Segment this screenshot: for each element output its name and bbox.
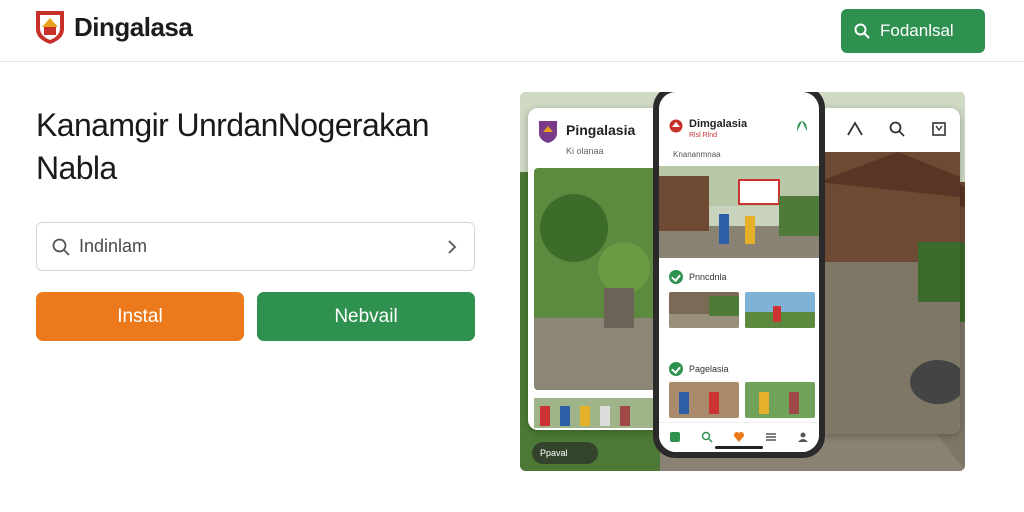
bookmark-icon: [932, 122, 946, 136]
phone-screen: Dimgalasia Rlsl Rlnd Knananmnaa Pnncdnla…: [659, 92, 819, 452]
preview-badge: Ppaval: [532, 442, 598, 464]
phone-status-bar: [659, 92, 819, 110]
phone-hero-photo: [659, 166, 819, 258]
search-input-value: Indinlam: [79, 236, 148, 256]
hero-title-line2: Nabla: [36, 150, 117, 186]
phone-app-subtitle: Rlsl Rlnd: [689, 132, 718, 139]
preview-card-left: Pingalasia Ki olanaa: [528, 108, 662, 430]
search-icon: [854, 23, 870, 39]
phone-home-indicator: [715, 446, 763, 449]
phone-section-title: Pnncdnla: [689, 272, 727, 282]
next-button[interactable]: Nebvail: [257, 292, 475, 341]
preview-card-subtitle: Ki olanaa: [566, 146, 604, 156]
search-icon: [52, 238, 70, 256]
preview-card-right: [818, 108, 960, 434]
preview-card-brand: Pingalasia: [566, 122, 636, 138]
phone-thumbnail: [745, 292, 815, 328]
check-icon: [669, 270, 683, 284]
chevron-right-icon[interactable]: [442, 237, 462, 257]
phone-thumbnail: [745, 382, 815, 418]
preview-card-thumbnails: [534, 398, 656, 428]
hero-title-line1: Kanamgir UnrdanNogerakan: [36, 107, 430, 143]
phone-thumbnail: [669, 382, 739, 418]
brand-logo-icon[interactable]: [34, 9, 66, 45]
menu-icon[interactable]: [765, 431, 777, 443]
preview-card-photo: [818, 152, 960, 434]
phone-thumbnail: [669, 292, 739, 328]
search-icon[interactable]: [701, 431, 713, 443]
home-icon: [847, 121, 863, 136]
brand-logo-icon: [539, 121, 557, 143]
phone-app-title: Dimgalasia: [689, 118, 748, 130]
phone-app-header: Dimgalasia Rlsl Rlnd Knananmnaa: [659, 110, 819, 166]
search-icon: [889, 121, 905, 137]
header-cta-button[interactable]: Fodanlsal: [841, 9, 985, 53]
top-header: Dingalasa Fodanlsal: [0, 0, 1024, 62]
hero-title: Kanamgir UnrdanNogerakan Nabla: [36, 104, 496, 190]
brand-name[interactable]: Dingalasa: [74, 12, 193, 43]
install-button[interactable]: Instal: [36, 292, 244, 341]
check-icon: [669, 362, 683, 376]
preview-card-toolbar: [818, 108, 960, 152]
phone-nav-label: Knananmnaa: [673, 150, 721, 159]
heart-icon[interactable]: [733, 431, 745, 443]
leaf-icon: [797, 121, 807, 131]
app-preview-image: Pingalasia Ki olanaa Dimgalasia Rlsl Rln…: [520, 92, 965, 471]
header-cta-label: Fodanlsal: [880, 21, 954, 40]
preview-card-header: Pingalasia Ki olanaa: [528, 108, 662, 164]
phone-section-header: Pnncdnla: [669, 270, 727, 284]
preview-card-photo: [534, 168, 656, 390]
search-input[interactable]: Indinlam: [36, 222, 475, 271]
home-icon[interactable]: [669, 431, 681, 443]
phone-mockup: Dimgalasia Rlsl Rlnd Knananmnaa Pnncdnla…: [653, 92, 825, 458]
phone-section-header: Pagelasia: [669, 362, 729, 376]
user-icon[interactable]: [797, 431, 809, 443]
phone-section-title: Pagelasia: [689, 364, 729, 374]
brand-logo-icon: [669, 119, 683, 133]
